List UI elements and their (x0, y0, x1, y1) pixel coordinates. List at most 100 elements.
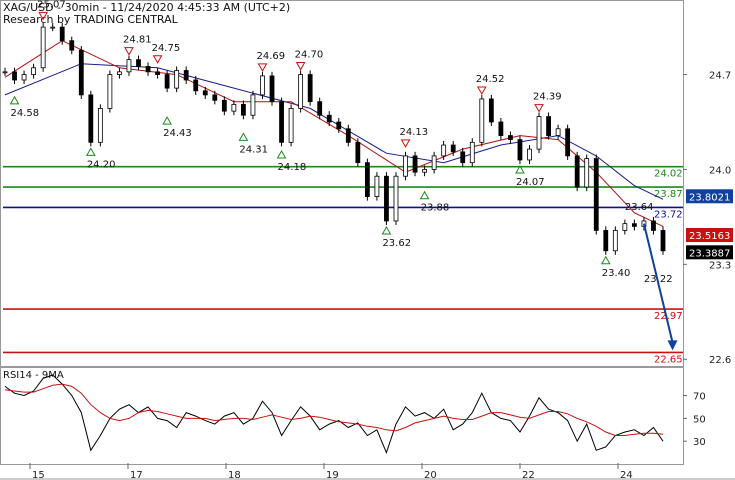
high-mark-label: 24.39 (533, 92, 562, 103)
price-candle-body (574, 155, 580, 188)
price-candle-body (174, 70, 180, 89)
price-candle-body (660, 230, 666, 252)
price-y-tick-label: 24.0 (709, 165, 731, 176)
low-mark-label: 23.88 (421, 203, 450, 214)
rsi-y-tick-label: 30 (693, 437, 706, 448)
price-candle-body (307, 74, 313, 103)
price-candle-body (555, 128, 561, 136)
price-candle-body (565, 128, 571, 157)
price-candle-body (536, 116, 542, 150)
price-candle-body (517, 139, 523, 161)
level-label: 22.65 (654, 354, 683, 365)
price-candle-body (298, 74, 304, 109)
high-mark-icon (38, 11, 49, 21)
price-candle-body (12, 71, 17, 81)
high-mark-label: 25.07 (37, 0, 66, 10)
price-candle-body (202, 90, 208, 96)
price-candle-body (622, 223, 628, 231)
price-candle-body (288, 108, 294, 143)
high-mark-label: 24.70 (295, 50, 324, 61)
low-mark-label: 24.31 (239, 144, 268, 155)
price-candle-body (2, 71, 8, 74)
price-candle-body (374, 175, 380, 197)
price-candle-body (221, 99, 227, 112)
price-candle-body (384, 175, 389, 222)
low-mark-label: 23.40 (602, 268, 631, 279)
price-candle-body (212, 94, 218, 101)
price-candle-body (460, 151, 466, 164)
price-candle-body (422, 169, 427, 173)
price-annotation-label: 23.64 (625, 202, 654, 213)
high-mark-icon (152, 55, 163, 64)
price-y-tick-label: 23.3 (709, 260, 731, 271)
low-mark-icon (381, 225, 392, 235)
price-candle-body (441, 144, 447, 157)
rsi-title: RSI14 - 9MA (3, 370, 64, 381)
price-candle-body (78, 49, 84, 96)
price-candle-body (59, 26, 65, 42)
price-candle-body (450, 144, 456, 153)
price-candle-body (97, 108, 103, 143)
high-mark-label: 24.13 (400, 127, 429, 138)
rsi-y-tick-label: 50 (693, 414, 706, 425)
low-mark-icon (9, 95, 20, 105)
price-candle-body (241, 103, 246, 116)
forecast-arrow-head (667, 340, 678, 351)
high-mark-icon (534, 104, 544, 113)
price-candle-body (345, 128, 351, 143)
ma-slow-line (4, 63, 664, 200)
price-candle-body (469, 141, 475, 164)
low-mark-icon (238, 132, 249, 141)
price-candle-body (326, 114, 332, 123)
price-candle-body (69, 40, 75, 51)
price-candle-body (88, 94, 94, 143)
price-candle-body (488, 98, 494, 123)
high-mark-icon (476, 86, 487, 95)
high-mark-label: 24.69 (256, 51, 285, 62)
price-candle-body (231, 103, 237, 112)
level-label: 23.72 (654, 209, 683, 220)
price-candle-body (117, 71, 122, 75)
price-candle-body (431, 155, 437, 170)
price-candle-body (546, 116, 551, 136)
price-candle-body (136, 59, 141, 67)
price-candle-body (21, 74, 27, 81)
low-mark-icon (162, 116, 172, 125)
price-panel-frame (0, 0, 684, 367)
price-candle-body (612, 230, 618, 252)
price-tag-label: 23.5163 (689, 231, 730, 242)
low-mark-label: 24.43 (163, 128, 192, 139)
low-mark-icon (600, 255, 611, 265)
high-mark-label: 24.75 (152, 43, 181, 54)
price-candle-body (183, 70, 189, 81)
high-mark-icon (400, 139, 411, 148)
price-candle-body (279, 101, 284, 143)
low-mark-label: 24.20 (87, 159, 116, 170)
price-y-tick-label: 22.6 (709, 355, 731, 366)
high-mark-label: 24.81 (123, 35, 152, 46)
price-candle-body (355, 141, 361, 164)
price-candle-body (40, 26, 46, 69)
price-candle-body (631, 223, 637, 227)
x-axis: 15 17 18 19 20 22 24 (0, 463, 735, 480)
price-candle-body (50, 26, 56, 29)
rsi-series-line (4, 383, 664, 436)
price-candle-body (336, 121, 342, 130)
low-mark-icon (419, 190, 430, 200)
main-chart-svg: 24.7 24.0 23.3 22.6 24.02 23.87 23.72 22.97 22.6… (0, 0, 735, 480)
rsi-panel-frame (0, 367, 684, 465)
x-tick-label: 17 (130, 470, 143, 480)
price-candle-body (31, 67, 37, 75)
price-candle-body (317, 101, 323, 116)
price-candle-body (269, 75, 275, 103)
price-candle-body (164, 74, 170, 89)
price-tag-label: 23.8021 (689, 192, 730, 203)
price-candle-body (508, 135, 513, 141)
price-candle-body (412, 155, 418, 173)
high-mark-icon (295, 62, 306, 71)
chart-root: XAG/USD - 30min - 11/24/2020 4:45:33 AM … (0, 0, 735, 480)
high-mark-icon (257, 63, 268, 72)
x-tick-label: 24 (620, 470, 633, 480)
low-mark-label: 24.07 (516, 177, 545, 188)
price-candle-body (155, 71, 160, 75)
